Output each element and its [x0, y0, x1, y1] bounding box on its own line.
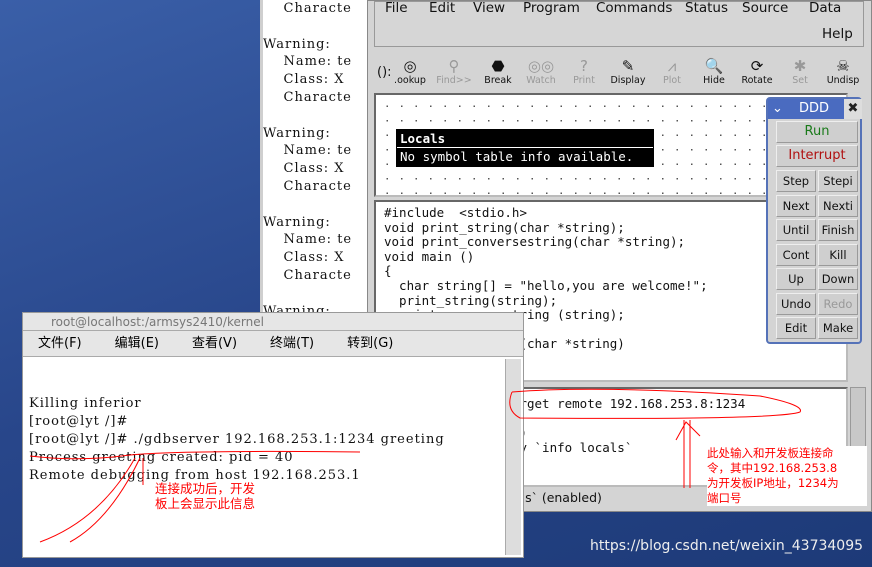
arrow-stroke — [39, 457, 144, 543]
annotation-right: 此处输入和开发板连接命 令，其中192.168.253.8 为开发板IP地址，1… — [707, 446, 867, 506]
underline-stroke — [29, 450, 361, 460]
annotation-left: 连接成功后，开发 板上会显示此信息 — [155, 481, 256, 511]
circle-stroke — [509, 388, 801, 419]
arrow-stroke — [675, 420, 701, 488]
watermark: https://blog.csdn.net/weixin_43734095 — [590, 538, 864, 554]
